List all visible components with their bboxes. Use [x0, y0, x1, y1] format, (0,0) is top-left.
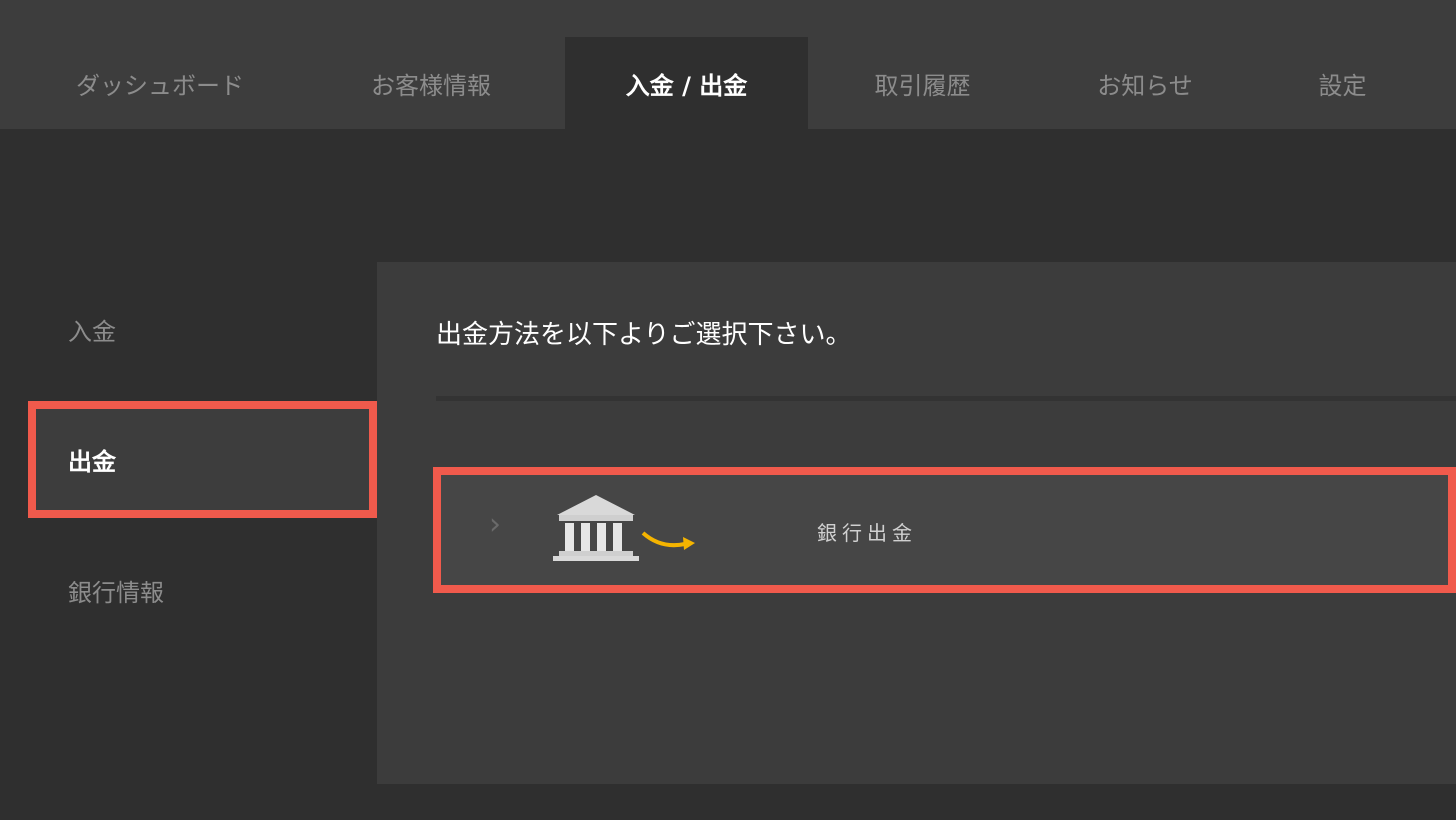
page-title: 出金方法を以下よりご選択下さい。	[436, 320, 852, 350]
sidebar-item-label: 出金	[68, 448, 116, 476]
tab-customer-info[interactable]: お客様情報	[320, 37, 542, 129]
top-navigation-bar: ダッシュボード お客様情報 入金 / 出金 取引履歴 お知らせ 設定	[0, 0, 1456, 129]
withdrawal-panel: 出金方法を以下よりご選択下さい。 › 銀行出金	[377, 262, 1456, 784]
sidebar-item-withdrawal[interactable]: 出金	[28, 401, 377, 518]
bank-withdrawal-option[interactable]: › 銀行出金	[433, 467, 1456, 593]
chevron-right-icon: ›	[489, 507, 501, 542]
tab-deposit-withdrawal[interactable]: 入金 / 出金	[565, 37, 808, 129]
sidebar-item-deposit[interactable]: 入金	[68, 312, 116, 347]
tab-list: ダッシュボード お客様情報 入金 / 出金 取引履歴 お知らせ 設定	[0, 37, 1456, 129]
tab-dashboard[interactable]: ダッシュボード	[40, 37, 280, 129]
bank-withdrawal-label: 銀行出金	[817, 521, 917, 545]
tab-settings[interactable]: 設定	[1250, 37, 1435, 129]
divider	[436, 396, 1456, 401]
bank-transfer-icon	[553, 495, 695, 561]
tab-notifications[interactable]: お知らせ	[1040, 37, 1250, 129]
tab-transaction-history[interactable]: 取引履歴	[820, 37, 1025, 129]
sidebar-item-bank-info[interactable]: 銀行情報	[68, 573, 164, 608]
